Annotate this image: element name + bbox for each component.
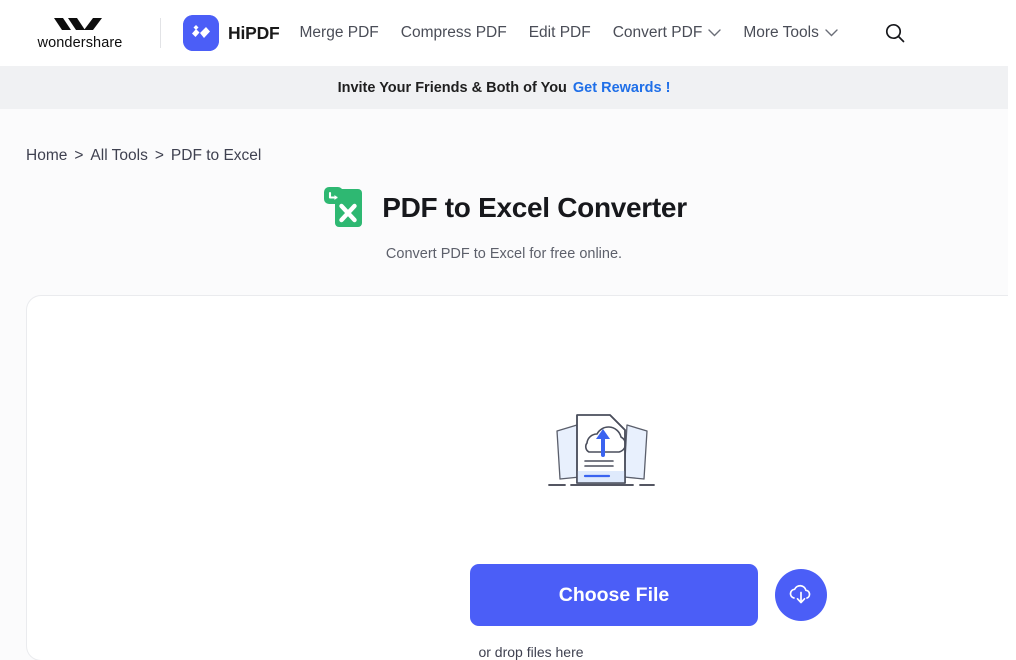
nav-label: Compress PDF [400, 24, 507, 41]
cloud-download-icon [789, 584, 811, 604]
hipdf-brand[interactable]: HiPDF [183, 15, 280, 51]
nav-item-more-tools[interactable]: More Tools [743, 24, 838, 42]
nav-label: Merge PDF [299, 24, 379, 41]
chevron-down-icon [708, 29, 722, 37]
nav-label: More Tools [743, 24, 819, 41]
nav-item-edit-pdf[interactable]: Edit PDF [529, 24, 591, 42]
page-subtitle: Convert PDF to Excel for free online. [385, 246, 623, 262]
wondershare-logo[interactable]: wondershare [28, 16, 132, 51]
nav-item-compress-pdf[interactable]: Compress PDF [401, 24, 507, 42]
breadcrumb-item-all-tools[interactable]: All Tools [90, 147, 147, 165]
scrollbar-track[interactable] [1008, 0, 1016, 660]
chevron-down-icon [825, 29, 838, 37]
nav-label: Convert PDF [612, 24, 703, 41]
nav-item-merge-pdf[interactable]: Merge PDF [300, 24, 379, 42]
drop-files-hint: or drop files here [478, 644, 584, 660]
breadcrumb-item-current[interactable]: PDF to Excel [171, 147, 261, 165]
pdf-to-excel-icon [324, 187, 363, 227]
wondershare-wordmark: wondershare [37, 34, 123, 51]
search-button[interactable] [884, 22, 906, 44]
nav-label: Edit PDF [528, 24, 591, 41]
hipdf-logo-icon [183, 15, 219, 51]
promo-banner: Invite Your Friends & Both of You Get Re… [0, 66, 1008, 109]
breadcrumb-separator: > [74, 147, 84, 164]
promo-banner-link[interactable]: Get Rewards ! [573, 80, 671, 96]
promo-banner-text: Invite Your Friends & Both of You [337, 79, 567, 96]
cloud-upload-button[interactable] [775, 569, 827, 621]
file-dropzone[interactable]: Choose File or drop files here [27, 296, 1016, 660]
upload-actions: Choose File [470, 564, 827, 626]
page-root: wondershare HiPDF Merge PDF Compress PDF [0, 0, 1016, 660]
breadcrumb-item-home[interactable]: Home [26, 147, 67, 165]
site-header: wondershare HiPDF Merge PDF Compress PDF [0, 0, 1008, 66]
page-title: PDF to Excel Converter [382, 192, 687, 223]
main-content: Home > All Tools > PDF to Excel PDF to E… [0, 109, 1016, 660]
cloud-upload-documents-illustration [548, 414, 655, 486]
breadcrumb: Home > All Tools > PDF to Excel [26, 147, 261, 165]
wondershare-mark-icon [54, 17, 102, 30]
header-divider [160, 18, 161, 48]
search-icon [885, 23, 905, 43]
hipdf-brand-name: HiPDF [228, 22, 280, 43]
choose-file-button[interactable]: Choose File [470, 564, 758, 626]
main-nav: HiPDF Merge PDF Compress PDF Edit PDF Co… [183, 15, 906, 51]
breadcrumb-separator: > [154, 147, 164, 164]
page-title-row: PDF to Excel Converter [0, 184, 1008, 232]
nav-item-convert-pdf[interactable]: Convert PDF [613, 24, 722, 42]
